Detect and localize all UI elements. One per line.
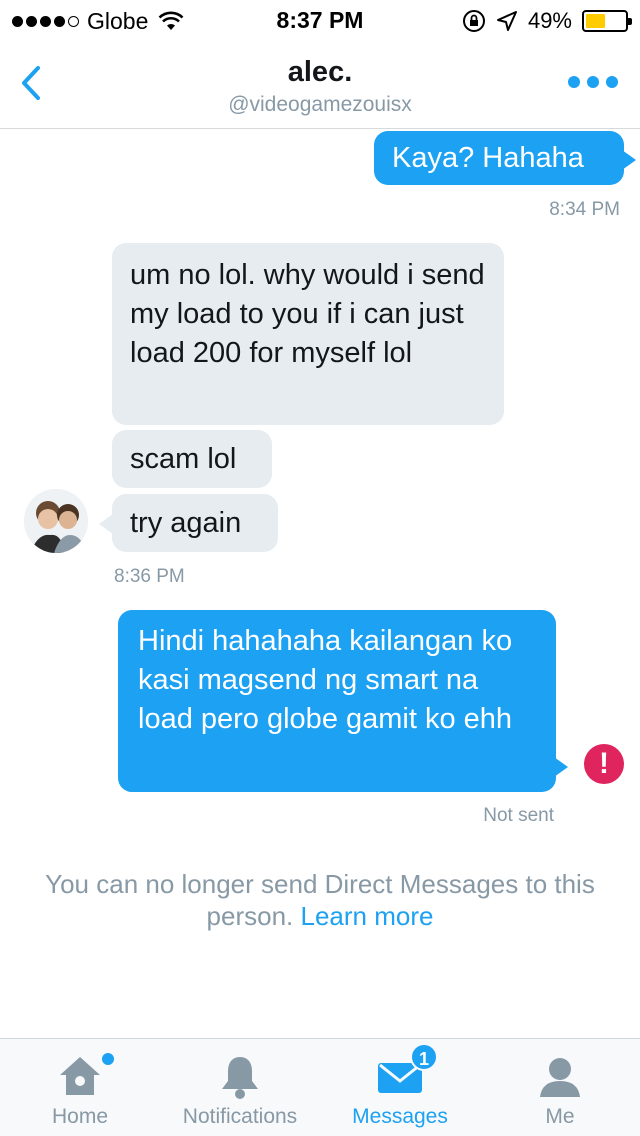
message-text: um no lol. why would i send my load to y… (130, 259, 485, 369)
battery-level (586, 14, 605, 28)
message-status: Not sent (483, 805, 554, 826)
tab-home[interactable]: Home (0, 1039, 160, 1136)
outgoing-message-failed[interactable]: Hindi hahahaha kailangan ko kasi magsend… (118, 610, 556, 792)
messages-unread-badge: 1 (410, 1043, 438, 1071)
status-bar: Globe 8:37 PM 49% (0, 0, 640, 40)
conversation-title[interactable]: alec. (0, 56, 640, 89)
avatar[interactable] (24, 489, 88, 553)
message-text: Hindi hahahaha kailangan ko kasi magsend… (138, 625, 513, 735)
avatar-image (24, 489, 88, 553)
home-icon (60, 1057, 100, 1095)
battery-icon (582, 10, 632, 32)
tab-label: Notifications (182, 1105, 298, 1128)
message-text: Kaya? Hahaha (392, 142, 584, 174)
tab-bar: Home Notifications 1 Messages Me (0, 1038, 640, 1136)
orientation-lock-icon (462, 10, 485, 32)
message-text: scam lol (130, 443, 237, 475)
bubble-tail (554, 757, 568, 777)
home-new-indicator (102, 1053, 114, 1065)
incoming-message[interactable]: try again (112, 494, 278, 552)
message-text: try again (130, 507, 242, 539)
location-arrow-icon (496, 11, 517, 31)
incoming-message[interactable]: um no lol. why would i send my load to y… (112, 243, 504, 425)
tab-label: Me (545, 1105, 575, 1128)
message-timestamp: 8:34 PM (549, 199, 620, 220)
tab-label: Home (51, 1105, 109, 1128)
dm-disabled-notice: You can no longer send Direct Messages t… (20, 868, 620, 932)
bell-icon (222, 1057, 258, 1099)
status-right: 49% (462, 8, 632, 34)
learn-more-link[interactable]: Learn more (301, 901, 434, 931)
incoming-message[interactable]: scam lol (112, 430, 272, 488)
message-timestamp: 8:36 PM (114, 566, 185, 587)
battery-percent: 49% (527, 8, 572, 33)
more-options-button[interactable] (568, 76, 618, 88)
person-icon (540, 1058, 580, 1097)
bubble-tail (622, 150, 636, 170)
bubble-tail (99, 514, 113, 534)
conversation-header: alec. @videogamezouisx (0, 40, 640, 129)
conversation-handle: @videogamezouisx (228, 93, 412, 116)
tab-notifications[interactable]: Notifications (160, 1039, 320, 1136)
tab-messages[interactable]: 1 Messages (320, 1039, 480, 1136)
more-dots-icon (568, 76, 580, 88)
outgoing-message[interactable]: Kaya? Hahaha (374, 131, 624, 185)
tab-me[interactable]: Me (480, 1039, 640, 1136)
tab-label: Messages (352, 1105, 448, 1128)
error-icon[interactable]: ! (584, 744, 624, 784)
